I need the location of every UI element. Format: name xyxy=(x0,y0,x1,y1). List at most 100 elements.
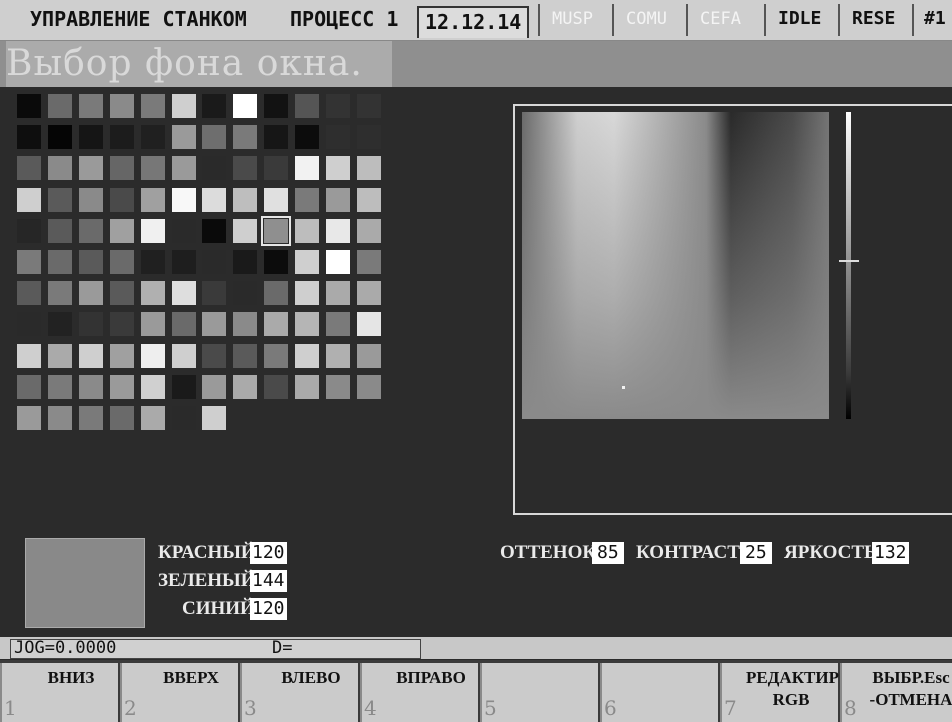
palette-swatch[interactable] xyxy=(202,312,227,337)
softkey-2[interactable]: 2 ВВЕРХ xyxy=(120,663,238,722)
palette-swatch[interactable] xyxy=(109,125,134,150)
palette-swatch[interactable] xyxy=(109,94,134,118)
palette-swatch[interactable] xyxy=(233,125,258,150)
palette-swatch[interactable] xyxy=(17,343,41,368)
palette-swatch[interactable] xyxy=(17,312,41,337)
palette-swatch[interactable] xyxy=(78,187,103,212)
palette-swatch[interactable] xyxy=(264,374,289,399)
palette-swatch[interactable] xyxy=(78,125,103,150)
palette-swatch[interactable] xyxy=(202,250,227,274)
palette-swatch[interactable] xyxy=(202,281,227,306)
palette-swatch[interactable] xyxy=(202,343,227,368)
palette-swatch[interactable] xyxy=(171,187,196,212)
palette-swatch[interactable] xyxy=(78,156,103,181)
palette-swatch[interactable] xyxy=(47,125,72,150)
palette-swatch[interactable] xyxy=(356,187,381,212)
red-value[interactable]: 120 xyxy=(250,542,287,564)
palette-swatch[interactable] xyxy=(356,312,381,337)
palette-swatch[interactable] xyxy=(356,281,381,306)
palette-swatch[interactable] xyxy=(78,250,103,274)
palette-swatch[interactable] xyxy=(140,343,165,368)
palette-swatch[interactable] xyxy=(295,374,320,399)
palette-swatch[interactable] xyxy=(295,187,320,212)
palette-swatch[interactable] xyxy=(47,374,72,399)
palette-swatch[interactable] xyxy=(171,312,196,337)
palette-swatch[interactable] xyxy=(326,343,350,368)
palette-swatch[interactable] xyxy=(78,312,103,337)
brightness-value[interactable]: 132 xyxy=(872,542,909,564)
palette-swatch[interactable] xyxy=(261,215,292,246)
luminance-slider[interactable] xyxy=(846,112,851,419)
palette-swatch[interactable] xyxy=(202,94,227,118)
picker-cursor[interactable] xyxy=(622,386,625,389)
palette-swatch[interactable] xyxy=(47,187,72,212)
palette-swatch[interactable] xyxy=(140,218,165,243)
palette-swatch[interactable] xyxy=(326,187,350,212)
palette-swatch[interactable] xyxy=(171,281,196,306)
palette-swatch[interactable] xyxy=(326,125,350,150)
palette-swatch[interactable] xyxy=(326,250,350,274)
softkey-7[interactable]: 7 РЕДАКТИР RGB xyxy=(720,663,839,722)
palette-swatch[interactable] xyxy=(78,281,103,306)
palette-swatch[interactable] xyxy=(47,406,72,430)
palette-swatch[interactable] xyxy=(140,374,165,399)
blue-value[interactable]: 120 xyxy=(250,598,287,620)
palette-swatch[interactable] xyxy=(264,343,289,368)
palette-swatch[interactable] xyxy=(109,343,134,368)
palette-swatch[interactable] xyxy=(326,218,350,243)
palette-swatch[interactable] xyxy=(171,374,196,399)
palette-swatch[interactable] xyxy=(140,250,165,274)
palette-swatch[interactable] xyxy=(326,374,350,399)
palette-swatch[interactable] xyxy=(233,312,258,337)
softkey-6[interactable]: 6 xyxy=(600,663,718,722)
palette-swatch[interactable] xyxy=(233,281,258,306)
palette-swatch[interactable] xyxy=(326,281,350,306)
palette-swatch[interactable] xyxy=(47,250,72,274)
palette-swatch[interactable] xyxy=(202,374,227,399)
palette-swatch[interactable] xyxy=(109,187,134,212)
palette-swatch[interactable] xyxy=(264,312,289,337)
softkey-8[interactable]: 8 ВЫБР.Esc -ОТМЕНА xyxy=(840,663,952,722)
palette-swatch[interactable] xyxy=(17,94,41,118)
palette-swatch[interactable] xyxy=(140,406,165,430)
palette-swatch[interactable] xyxy=(356,94,381,118)
palette-swatch[interactable] xyxy=(47,281,72,306)
palette-swatch[interactable] xyxy=(295,312,320,337)
palette-swatch[interactable] xyxy=(233,250,258,274)
palette-swatch[interactable] xyxy=(78,343,103,368)
luminance-slider-handle[interactable] xyxy=(839,260,859,262)
palette-swatch[interactable] xyxy=(171,125,196,150)
palette-swatch[interactable] xyxy=(356,156,381,181)
palette-swatch[interactable] xyxy=(356,250,381,274)
softkey-5[interactable]: 5 xyxy=(480,663,598,722)
palette-swatch[interactable] xyxy=(295,156,320,181)
palette-swatch[interactable] xyxy=(47,156,72,181)
palette-swatch[interactable] xyxy=(109,281,134,306)
palette-swatch[interactable] xyxy=(264,125,289,150)
palette-swatch[interactable] xyxy=(171,406,196,430)
palette-swatch[interactable] xyxy=(171,250,196,274)
hue-saturation-field[interactable] xyxy=(522,112,829,419)
palette-swatch[interactable] xyxy=(264,281,289,306)
palette-swatch[interactable] xyxy=(78,374,103,399)
palette-swatch[interactable] xyxy=(17,250,41,274)
palette-swatch[interactable] xyxy=(295,250,320,274)
palette-swatch[interactable] xyxy=(264,94,289,118)
palette-swatch[interactable] xyxy=(78,406,103,430)
palette-swatch[interactable] xyxy=(78,218,103,243)
palette-swatch[interactable] xyxy=(140,187,165,212)
palette-swatch[interactable] xyxy=(140,281,165,306)
palette-swatch[interactable] xyxy=(295,343,320,368)
softkey-3[interactable]: 3 ВЛЕВО xyxy=(240,663,358,722)
palette-swatch[interactable] xyxy=(17,406,41,430)
palette-swatch[interactable] xyxy=(202,125,227,150)
softkey-4[interactable]: 4 ВПРАВО xyxy=(360,663,478,722)
palette-swatch[interactable] xyxy=(109,250,134,274)
palette-swatch[interactable] xyxy=(233,187,258,212)
palette-swatch[interactable] xyxy=(171,156,196,181)
palette-swatch[interactable] xyxy=(356,374,381,399)
palette-swatch[interactable] xyxy=(356,343,381,368)
palette-swatch[interactable] xyxy=(109,406,134,430)
palette-swatch[interactable] xyxy=(140,94,165,118)
palette-swatch[interactable] xyxy=(109,156,134,181)
